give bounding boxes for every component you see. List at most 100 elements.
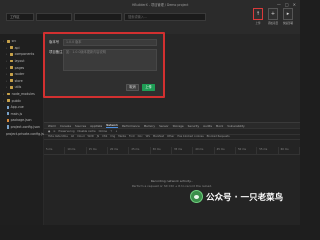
timeline-tick: 10 ms	[65, 147, 87, 154]
file-tree-item[interactable]: › layout	[3, 58, 43, 65]
toolbar-controls: 工作区 搜索或输入...	[6, 13, 206, 21]
confirm-upload-button[interactable]: 上传	[142, 84, 155, 91]
file-tree-item[interactable]: › pages	[3, 64, 43, 71]
file-tree-label: router	[14, 72, 25, 77]
network-filter[interactable]: WXR	[88, 135, 94, 138]
minimize-icon[interactable]: —	[277, 2, 281, 7]
network-filter[interactable]: CSS	[102, 135, 107, 138]
devtools-tab[interactable]: Network	[106, 123, 118, 128]
file-tree-label: pages	[14, 65, 25, 70]
upload-button-label: 上传	[255, 22, 261, 25]
network-filter[interactable]: Hide data URLs	[48, 135, 68, 138]
folder-icon	[6, 39, 11, 43]
mode-select[interactable]	[74, 13, 122, 21]
remark-textarea[interactable]: 如：1.0.0版本更新内容说明	[63, 49, 157, 71]
network-filter[interactable]: Cloud	[77, 135, 84, 138]
devtools-tab[interactable]: Wxml	[48, 124, 56, 128]
file-tree-label: node_modules	[11, 92, 35, 97]
file-tree-item[interactable]: › components	[3, 51, 43, 58]
workspace-select[interactable]: 工作区	[6, 13, 34, 21]
file-icon	[6, 125, 10, 129]
network-toolbar-item[interactable]: Disable cache	[78, 130, 96, 133]
network-toolbar-item[interactable]: ⊘	[53, 130, 55, 133]
devtools-tab[interactable]: AppData	[90, 124, 102, 128]
file-tree-item[interactable]: project.private.config.json	[3, 130, 48, 137]
network-filter[interactable]: JS	[97, 135, 99, 138]
timeline-tick: 15 ms	[87, 147, 108, 154]
devtools-tab[interactable]: Console	[60, 124, 71, 128]
file-tree-label: api	[14, 45, 20, 50]
chevron-right-icon: ›	[3, 39, 5, 44]
watermark: 公众号 · 一只老菜鸟	[190, 190, 283, 203]
timeline-tick: 30 ms	[151, 147, 172, 154]
tool-buttons: ↑ 上传 + 添加项目 ▸ 快速部署	[252, 8, 294, 25]
network-toolbar-item[interactable]: ↑	[110, 130, 112, 133]
network-filters: Hide data URLs All Cloud WXR JS CSS Img Media Fo…	[44, 135, 300, 140]
remark-label: 项目备注	[49, 50, 63, 54]
file-tree-item[interactable]: › src	[3, 38, 43, 45]
folder-icon	[9, 86, 14, 89]
devtools-tab[interactable]: Security	[188, 124, 200, 128]
file-tree-item[interactable]: main.js	[3, 111, 43, 118]
network-toolbar-item[interactable]: ●	[48, 130, 50, 133]
deploy-button[interactable]: ▸ 快速部署	[282, 8, 294, 25]
network-filter[interactable]: Doc	[138, 135, 143, 138]
network-filter[interactable]: All	[71, 135, 74, 138]
network-filter[interactable]: Media	[118, 135, 126, 138]
devtools-tab[interactable]: Sources	[75, 124, 86, 128]
timeline-tick: 60 ms	[279, 147, 300, 154]
cancel-button[interactable]: 取消	[126, 84, 139, 91]
devtools-tab[interactable]: Performance	[122, 124, 140, 128]
network-filter[interactable]: Manifest	[153, 135, 164, 138]
devtools-tab[interactable]: Audits	[203, 124, 212, 128]
file-icon	[6, 118, 10, 123]
network-filter[interactable]: Img	[110, 135, 115, 138]
timeline-tick: 50 ms	[236, 147, 258, 154]
file-tree-label: public	[11, 98, 22, 103]
devtools-tab[interactable]: Mock	[216, 124, 223, 128]
file-tree-label: App.vue	[10, 105, 24, 110]
network-filter[interactable]: Other	[167, 135, 174, 138]
file-tree-label: src	[11, 39, 17, 44]
network-filter[interactable]: Blocked Requests	[207, 135, 230, 138]
network-toolbar-item[interactable]: Online	[99, 130, 107, 133]
devtools-tab[interactable]: Memory	[144, 124, 155, 128]
file-tree-item[interactable]: › api	[3, 45, 43, 52]
file-tree-item[interactable]: › utils	[3, 84, 43, 91]
timeline-tick: 55 ms	[257, 147, 279, 154]
network-filter[interactable]: WS	[146, 135, 150, 138]
folder-icon	[9, 66, 14, 70]
devtools-tab[interactable]: Storage	[173, 124, 184, 128]
close-icon[interactable]: ✕	[293, 2, 296, 7]
file-tree-item[interactable]: › store	[3, 78, 43, 85]
file-tree-item[interactable]: project.config.json	[3, 124, 43, 131]
search-input[interactable]: 搜索或输入...	[124, 13, 206, 21]
network-empty-hint: Perform a request or hit Ctrl + R to rec…	[131, 184, 213, 188]
network-filter[interactable]: Has blocked cookies	[177, 135, 203, 138]
add-project-button[interactable]: + 添加项目	[267, 8, 279, 25]
wechat-logo-icon	[190, 190, 203, 203]
file-tree-item[interactable]: App.vue	[3, 104, 43, 111]
maximize-icon[interactable]: □	[285, 2, 289, 7]
network-toolbar-item[interactable]: ↓	[115, 130, 117, 133]
chevron-right-icon: ›	[6, 72, 8, 77]
version-row: 版本号 1.0.0 版本	[49, 39, 157, 46]
folder-icon	[9, 46, 14, 50]
devtools-tab[interactable]: Vulnerability	[227, 124, 245, 128]
file-tree-label: store	[14, 78, 23, 83]
file-tree-item[interactable]: package.json	[3, 117, 43, 124]
chevron-right-icon: ›	[6, 52, 8, 57]
file-tree-item[interactable]: › node_modules	[3, 91, 43, 98]
upload-button[interactable]: ↑ 上传	[252, 8, 264, 25]
add-icon: +	[268, 8, 278, 20]
network-filter[interactable]: Font	[129, 135, 135, 138]
device-select[interactable]	[36, 13, 72, 21]
devtools-tab[interactable]: Sensor	[159, 124, 169, 128]
folder-icon	[9, 59, 14, 63]
version-input[interactable]: 1.0.0 版本	[63, 39, 157, 46]
file-tree-item[interactable]: › router	[3, 71, 43, 78]
upload-dialog: 版本号 1.0.0 版本 项目备注 如：1.0.0版本更新内容说明 取消 上传	[43, 32, 165, 98]
file-tree-item[interactable]: › public	[3, 97, 43, 104]
window-controls: — □ ✕	[277, 2, 296, 7]
network-toolbar-item[interactable]: Preserve log	[58, 130, 74, 133]
